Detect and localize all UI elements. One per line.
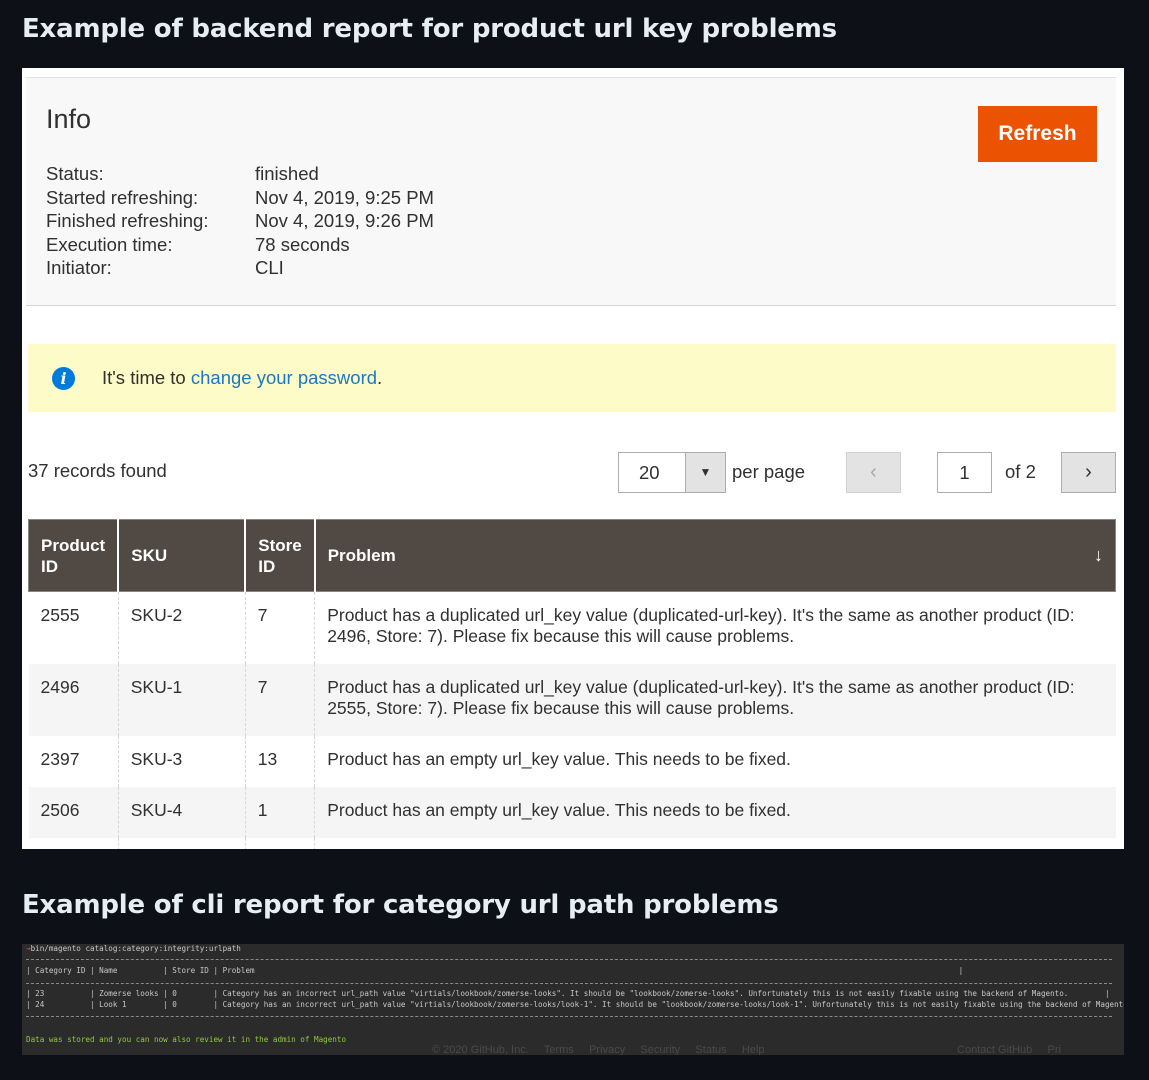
table-header-row: Product ID SKU Store ID Problem ↓	[28, 519, 1116, 592]
refresh-button[interactable]: Refresh	[978, 106, 1097, 162]
column-header-label: Problem	[327, 546, 396, 565]
cell-product-id: 2555	[28, 591, 119, 664]
previous-page-button[interactable]: ‹	[846, 452, 901, 493]
info-details: Status: finished Started refreshing: Nov…	[46, 162, 434, 280]
info-value: 78 seconds	[255, 233, 350, 255]
info-label: Execution time:	[46, 233, 173, 255]
table-row[interactable]: 2496 SKU-1 7 Product has a duplicated ur…	[28, 663, 1116, 736]
backend-report-screenshot: Info Refresh Status: finished Started re…	[22, 68, 1124, 849]
caret-down-icon[interactable]: ▼	[685, 452, 726, 493]
per-page-label: per page	[732, 461, 806, 482]
info-value: Nov 4, 2019, 9:26 PM	[255, 210, 434, 232]
cell-empty	[117, 837, 246, 849]
change-password-link[interactable]: change your password	[191, 367, 377, 388]
backend-report-heading: Example of backend report for product ur…	[22, 14, 837, 44]
page-total: of 2	[1005, 461, 1036, 482]
cell-problem: Product has an empty url_key value. This…	[314, 786, 1116, 838]
info-row-execution: Execution time: 78 seconds	[46, 233, 434, 257]
table-row[interactable]: 2555 SKU-2 7 Product has a duplicated ur…	[28, 591, 1116, 664]
cli-divider	[26, 983, 1112, 984]
info-label: Status:	[46, 163, 104, 184]
info-row-finished: Finished refreshing: Nov 4, 2019, 9:26 P…	[46, 209, 434, 233]
cli-report-screenshot: →bin/magento catalog:category:integrity:…	[22, 944, 1124, 1055]
cell-empty	[244, 837, 315, 849]
records-count: 37 records found	[28, 460, 167, 481]
cell-sku: SKU-4	[117, 786, 246, 838]
table-row	[28, 837, 1116, 849]
cell-problem: Product has a duplicated url_key value (…	[314, 591, 1116, 664]
cell-sku: SKU-2	[117, 591, 246, 664]
cli-table-row: | 23 | Zomerse looks | 0 | Category has …	[26, 989, 1110, 998]
cli-command-line: →bin/magento catalog:category:integrity:…	[26, 944, 241, 953]
problems-table: Product ID SKU Store ID Problem ↓ 2555 SK…	[28, 519, 1116, 849]
cell-product-id: 2496	[28, 663, 119, 736]
cli-divider	[26, 959, 1112, 960]
cell-store-id: 7	[244, 663, 315, 736]
cell-problem: Product has a duplicated url_key value (…	[314, 663, 1116, 736]
chevron-right-icon: ›	[1085, 461, 1092, 483]
info-label: Finished refreshing:	[46, 210, 209, 232]
per-page-select[interactable]: 20	[618, 452, 686, 493]
overlapping-page-footer: © 2020 GitHub, Inc. Terms Privacy Securi…	[432, 1044, 1061, 1055]
cell-empty	[314, 837, 1116, 849]
notice-prefix: It's time to	[102, 367, 191, 388]
table-row[interactable]: 2506 SKU-4 1 Product has an empty url_ke…	[28, 786, 1116, 838]
cli-table-header: | Category ID | Name | Store ID | Proble…	[26, 966, 964, 975]
cli-success-message: Data was stored and you can now also rev…	[26, 1035, 347, 1044]
info-icon: i	[52, 367, 75, 390]
info-row-status: Status: finished	[46, 162, 434, 186]
cell-store-id: 1	[244, 786, 315, 838]
cell-product-id: 2397	[28, 735, 119, 787]
notice-text: It's time to change your password.	[102, 367, 382, 389]
info-value: CLI	[255, 257, 284, 279]
info-value: finished	[255, 163, 319, 184]
cli-command: bin/magento catalog:category:integrity:u…	[30, 944, 241, 953]
info-label: Started refreshing:	[46, 186, 199, 208]
next-page-button[interactable]: ›	[1061, 452, 1116, 493]
page-number-input[interactable]: 1	[937, 452, 992, 493]
cell-sku: SKU-3	[117, 735, 246, 787]
column-header-store-id[interactable]: Store ID	[245, 519, 316, 592]
info-title: Info	[46, 104, 92, 134]
column-header-sku[interactable]: SKU	[118, 519, 247, 592]
chevron-left-icon: ‹	[870, 461, 877, 483]
sort-descending-icon: ↓	[1094, 545, 1103, 565]
cell-store-id: 7	[244, 591, 315, 664]
column-header-product-id[interactable]: Product ID	[28, 519, 120, 592]
cli-table-row: | 24 | Look 1 | 0 | Category has an inco…	[26, 1000, 1124, 1009]
column-header-problem[interactable]: Problem ↓	[314, 519, 1116, 592]
cell-store-id: 13	[244, 735, 315, 787]
info-label: Initiator:	[46, 257, 112, 279]
cli-report-heading: Example of cli report for category url p…	[22, 890, 779, 920]
cli-divider	[26, 1016, 1112, 1017]
cell-sku: SKU-1	[117, 663, 246, 736]
info-value: Nov 4, 2019, 9:25 PM	[255, 186, 434, 208]
cell-empty	[28, 837, 119, 849]
cell-problem: Product has an empty url_key value. This…	[314, 735, 1116, 787]
info-row-started: Started refreshing: Nov 4, 2019, 9:25 PM	[46, 186, 434, 210]
password-notice: i It's time to change your password.	[28, 344, 1116, 412]
notice-suffix: .	[377, 367, 383, 388]
info-row-initiator: Initiator: CLI	[46, 256, 434, 280]
info-panel: Info Refresh Status: finished Started re…	[26, 77, 1116, 306]
cell-product-id: 2506	[28, 786, 119, 838]
table-row[interactable]: 2397 SKU-3 13 Product has an empty url_k…	[28, 735, 1116, 787]
